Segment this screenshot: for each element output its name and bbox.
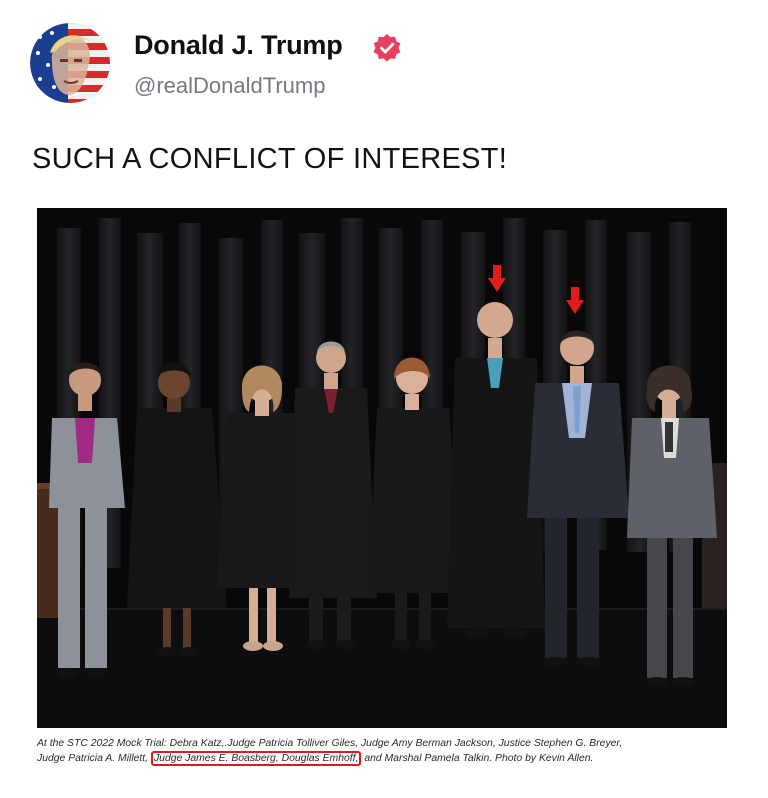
avatar[interactable] bbox=[30, 23, 110, 103]
caption-line-1: At the STC 2022 Mock Trial: Debra Katz,.… bbox=[37, 738, 623, 749]
caption-line-2-start: Judge Patricia A. Millett, bbox=[37, 753, 149, 764]
post-photo[interactable] bbox=[37, 208, 727, 728]
verified-badge-icon bbox=[373, 34, 401, 62]
post-text: SUCH A CONFLICT OF INTEREST! bbox=[32, 143, 508, 175]
photo-caption: At the STC 2022 Mock Trial: Debra Katz,.… bbox=[37, 736, 737, 766]
avatar-image bbox=[30, 23, 110, 103]
author-handle[interactable]: @realDonaldTrump bbox=[134, 73, 325, 99]
group-photo-image bbox=[37, 208, 727, 728]
author-name[interactable]: Donald J. Trump bbox=[134, 30, 343, 61]
caption-highlight: Judge James E. Boasberg, Douglas Emhoff, bbox=[150, 751, 362, 766]
caption-line-2-end: and Marshal Pamela Talkin. Photo by Kevi… bbox=[364, 753, 594, 764]
